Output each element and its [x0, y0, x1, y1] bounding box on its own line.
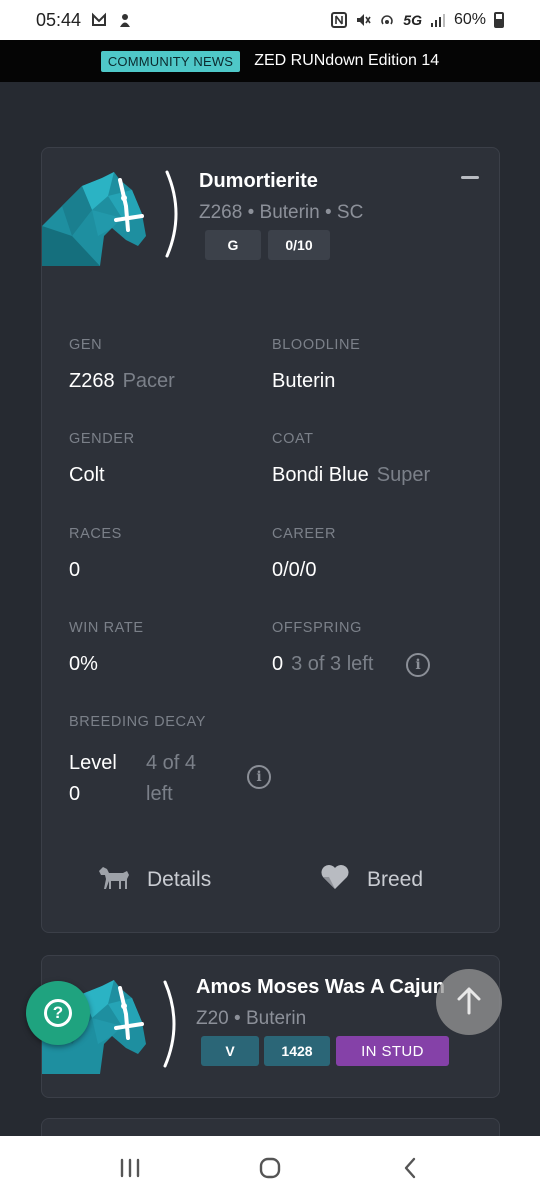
system-nav-bar — [0, 1136, 540, 1200]
hotspot-icon — [379, 12, 395, 28]
arrow-up-icon — [455, 985, 483, 1020]
class-badge: V — [201, 1036, 259, 1066]
races-badge: 0/10 — [268, 230, 330, 260]
app-notification-icon — [117, 12, 133, 28]
bracket-decoration — [161, 980, 183, 1068]
news-banner[interactable]: COMMUNITY NEWS ZED RUNdown Edition 14 — [0, 40, 540, 82]
offspring-value: 03 of 3 left — [272, 653, 374, 675]
rating-badge: 1428 — [264, 1036, 330, 1066]
battery-percent: 60% — [453, 11, 486, 28]
scroll-top-button[interactable] — [436, 969, 502, 1035]
win-rate-label: WIN RATE — [69, 620, 144, 636]
signal-icon — [430, 12, 446, 28]
news-badge: COMMUNITY NEWS — [100, 50, 241, 72]
breeding-decay-value: Level 0 — [69, 752, 117, 805]
recent-apps-button[interactable] — [110, 1148, 150, 1188]
breed-button[interactable]: Breed — [319, 863, 423, 897]
horse-card: Dumortierite Z268 • Buterin • SC G 0/10 … — [41, 147, 500, 933]
races-value: 0 — [69, 559, 81, 581]
horse-head-icon[interactable] — [42, 166, 146, 266]
collapse-button[interactable] — [461, 176, 479, 179]
career-label: CAREER — [272, 526, 337, 542]
career-value: 0/0/0 — [272, 559, 317, 581]
coat-value: Bondi Blue Super — [272, 464, 431, 486]
news-headline[interactable]: ZED RUNdown Edition 14 — [254, 52, 439, 70]
nfc-icon — [331, 12, 348, 28]
breeding-decay-label: BREEDING DECAY — [69, 714, 207, 730]
win-rate-value: 0% — [69, 653, 98, 675]
heart-icon — [319, 863, 351, 897]
in-stud-badge: IN STUD — [336, 1036, 449, 1066]
details-label: Details — [147, 868, 212, 891]
horse-card[interactable]: Amos Moses Was A Cajun Z20 • Buterin V 1… — [41, 955, 500, 1098]
offspring-label: OFFSPRING — [272, 620, 362, 636]
gender-value: Colt — [69, 464, 105, 486]
horse-subtitle: Z20 • Buterin — [196, 1008, 307, 1029]
status-time: 05:44 — [36, 9, 82, 30]
notification-icon — [91, 12, 107, 28]
horse-name[interactable]: Dumortierite — [199, 170, 318, 193]
bloodline-label: BLOODLINE — [272, 337, 361, 353]
breeding-decay-remaining: 4 of 4 left — [146, 752, 197, 805]
help-icon: ? — [44, 999, 72, 1027]
gen-value: Z268 Pacer — [69, 370, 175, 392]
mute-icon — [355, 12, 371, 28]
back-button[interactable] — [390, 1148, 430, 1188]
gen-label: GEN — [69, 337, 103, 353]
home-button[interactable] — [250, 1148, 290, 1188]
battery-icon — [494, 12, 504, 28]
bracket-decoration — [163, 170, 185, 258]
status-bar: 05:44 5G 60% — [0, 0, 540, 40]
coat-label: COAT — [272, 431, 314, 447]
breeding-decay-info-icon[interactable]: i — [247, 765, 271, 789]
bloodline-value: Buterin — [272, 370, 336, 392]
horse-subtitle: Z268 • Buterin • SC — [199, 202, 364, 223]
breed-label: Breed — [367, 868, 424, 891]
horse-icon — [97, 863, 131, 897]
offspring-info-icon[interactable]: i — [406, 653, 430, 677]
network-label: 5G — [403, 12, 422, 28]
class-badge: G — [205, 230, 261, 260]
gender-label: GENDER — [69, 431, 135, 447]
help-button[interactable]: ? — [26, 981, 90, 1045]
races-label: RACES — [69, 526, 122, 542]
horse-name[interactable]: Amos Moses Was A Cajun — [196, 976, 445, 999]
details-button[interactable]: Details — [97, 863, 211, 897]
